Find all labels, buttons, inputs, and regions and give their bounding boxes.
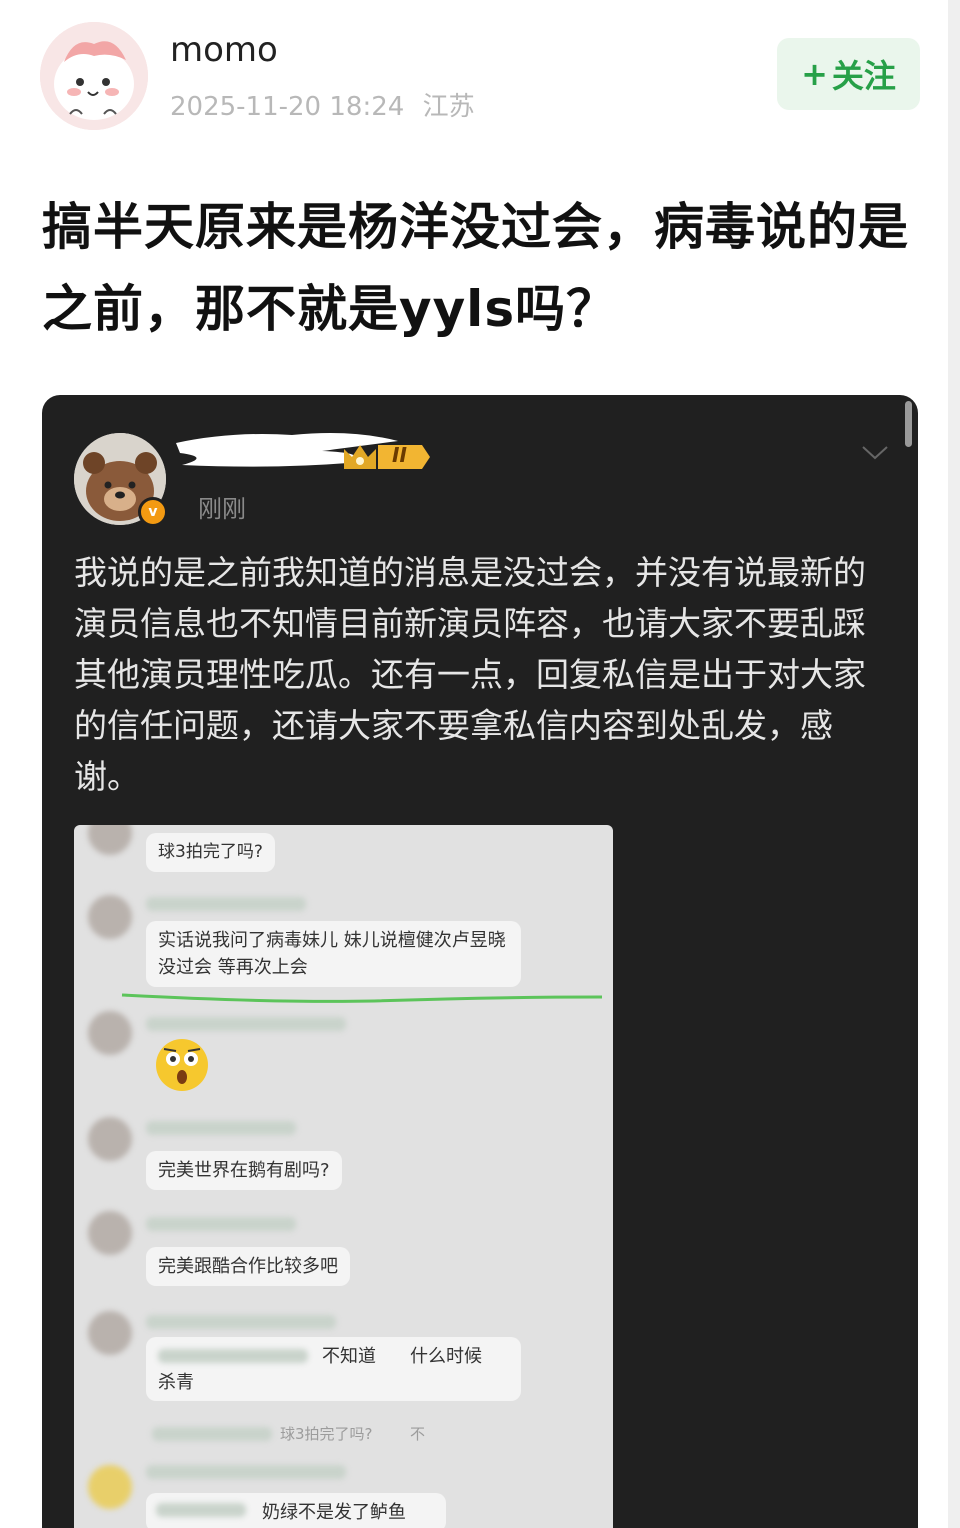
blurred-name <box>146 1465 346 1479</box>
embedded-post-text: 我说的是之前我知道的消息是没过会，并没有说最新的演员信息也不知情目前新演员阵容，… <box>74 553 866 796</box>
blurred-avatar <box>88 1011 132 1055</box>
inner-scrollbar <box>905 401 912 447</box>
quoted-message-tail: 不 <box>410 1425 426 1443</box>
blurred-text <box>156 1503 246 1517</box>
embedded-screenshot[interactable]: v II 刚刚 我说的是之前我知道的消息是没过会，并没有说最新的演员信息也不知情… <box>42 395 918 1528</box>
chevron-down-icon[interactable] <box>860 443 890 463</box>
blurred-avatar <box>88 895 132 939</box>
chat-bubble: 实话说我问了病毒妹儿 妹儿说檀健次卢昱晓没过会 等再次上会 <box>146 921 521 987</box>
blurred-name <box>146 897 306 911</box>
blurred-avatar <box>88 1465 132 1509</box>
chat-bubble: 完美世界在鹅有剧吗? <box>146 1151 342 1190</box>
follow-button[interactable]: + 关注 <box>777 38 920 110</box>
embedded-time: 刚刚 <box>198 495 246 523</box>
level-badge-text: II <box>392 443 407 467</box>
plus-icon: + <box>801 55 828 93</box>
blurred-name <box>146 1017 346 1031</box>
post-meta: 2025-11-20 18:24 江苏 <box>170 86 475 123</box>
post-title: 搞半天原来是杨洋没过会，病毒说的是之前，那不就是yyls吗？ <box>42 198 909 338</box>
chat-text: 不知道 <box>322 1346 376 1367</box>
chat-text: 奶绿不是发了鲈鱼 <box>262 1502 406 1523</box>
post-location: 江苏 <box>422 92 475 122</box>
avatar-pig <box>40 22 148 130</box>
verified-icon: v <box>138 497 168 527</box>
blurred-name <box>146 1121 296 1135</box>
page-scrollbar[interactable] <box>948 0 960 1528</box>
highlight-underline <box>121 993 603 1003</box>
chat-text: 杀青 <box>158 1372 194 1393</box>
author-username[interactable]: momo <box>170 30 278 70</box>
chat-text: 什么时候 <box>410 1346 482 1367</box>
blurred-name <box>146 1217 296 1231</box>
blurred-avatar <box>88 1211 132 1255</box>
quoted-message: 球3拍完了吗? <box>280 1425 373 1443</box>
blurred-avatar <box>88 825 132 855</box>
shocked-emoji-icon <box>156 1039 208 1091</box>
chat-bubble: 完美跟酷合作比较多吧 <box>146 1247 350 1286</box>
chat-bubble: 奶绿不是发了鲈鱼 <box>146 1493 446 1528</box>
follow-label: 关注 <box>831 57 896 95</box>
chat-bubble: 不知道 什么时候 杀青 <box>146 1337 521 1401</box>
blurred-avatar <box>88 1311 132 1355</box>
post-timestamp: 2025-11-20 18:24 <box>170 92 405 122</box>
chat-screenshot: 球3拍完了吗? 实话说我问了病毒妹儿 妹儿说檀健次卢昱晓没过会 等再次上会 完美… <box>74 825 613 1528</box>
blurred-text <box>158 1349 308 1363</box>
crown-icon <box>344 445 430 469</box>
blurred-avatar <box>88 1117 132 1161</box>
chat-bubble: 球3拍完了吗? <box>146 833 275 872</box>
blurred-name <box>146 1315 336 1329</box>
blurred-text <box>152 1427 272 1441</box>
author-avatar[interactable] <box>40 22 148 130</box>
